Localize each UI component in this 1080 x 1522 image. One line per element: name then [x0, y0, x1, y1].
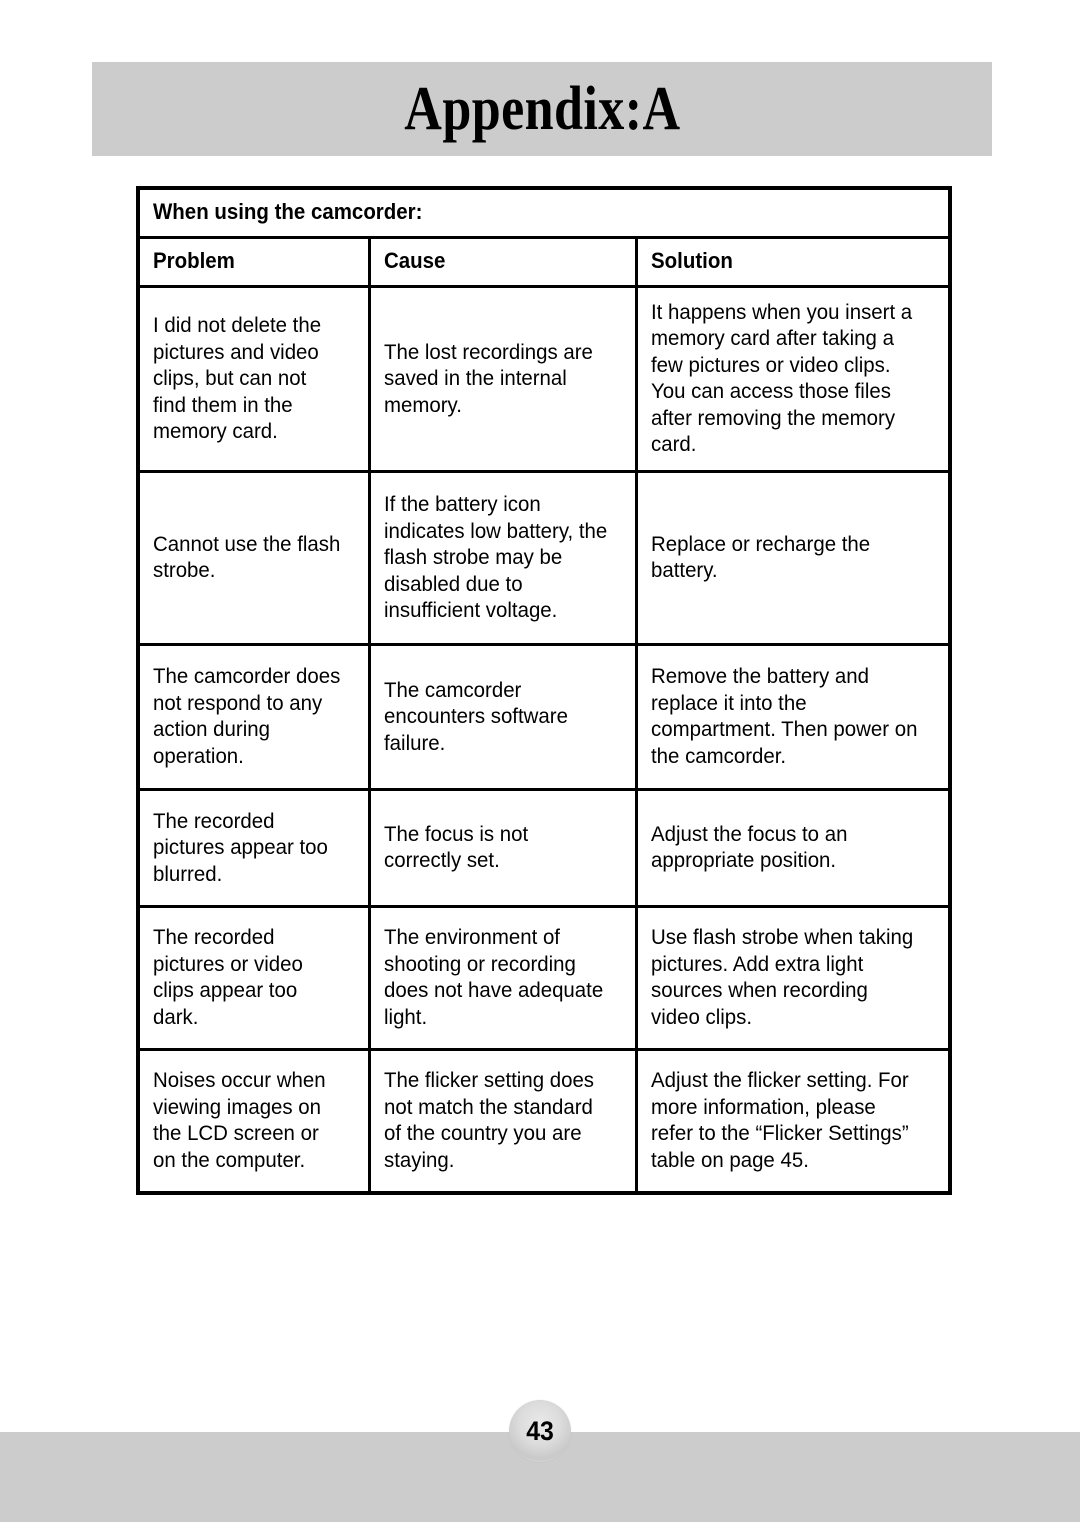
cell-cause: The environment of shooting or recording…	[367, 905, 638, 1052]
cell-cause: If the battery icon indicates low batter…	[367, 470, 638, 647]
table-section-row: When using the camcorder:	[136, 186, 952, 240]
table-row: The recorded pictures appear too blurred…	[136, 788, 952, 909]
cell-problem: The recorded pictures or video clips app…	[136, 905, 371, 1052]
cell-solution: Remove the battery and replace it into t…	[634, 643, 952, 792]
section-title-cell: When using the camcorder:	[136, 186, 952, 240]
cell-cause: The flicker setting does not match the s…	[367, 1048, 638, 1195]
cell-problem: The camcorder does not respond to any ac…	[136, 643, 371, 792]
column-header-solution: Solution	[634, 236, 952, 289]
cell-problem: Noises occur when viewing images on the …	[136, 1048, 371, 1195]
page-number: 43	[526, 1415, 554, 1446]
cell-solution: Use flash strobe when taking pictures. A…	[634, 905, 952, 1052]
table-row: The camcorder does not respond to any ac…	[136, 643, 952, 792]
table-row: The recorded pictures or video clips app…	[136, 905, 952, 1052]
cell-solution: Adjust the flicker setting. For more inf…	[634, 1048, 952, 1195]
column-header-problem: Problem	[136, 236, 371, 289]
cell-solution: Replace or recharge the battery.	[634, 470, 952, 647]
table-row: I did not delete the pictures and video …	[136, 285, 952, 474]
cell-problem: I did not delete the pictures and video …	[136, 285, 371, 474]
cell-problem: Cannot use the flash strobe.	[136, 470, 371, 647]
cell-problem: The recorded pictures appear too blurred…	[136, 788, 371, 909]
troubleshooting-table-container: When using the camcorder: Problem Cause …	[136, 186, 953, 1196]
troubleshooting-table: When using the camcorder: Problem Cause …	[136, 186, 953, 1196]
cell-solution: It happens when you insert a memory card…	[634, 285, 952, 474]
page-number-badge: 43	[509, 1400, 571, 1462]
cell-cause: The camcorder encounters software failur…	[367, 643, 638, 792]
table-header-row: Problem Cause Solution	[136, 236, 952, 289]
cell-cause: The focus is not correctly set.	[367, 788, 638, 909]
table-row: Noises occur when viewing images on the …	[136, 1048, 952, 1195]
page-title: Appendix:A	[403, 75, 681, 143]
table-row: Cannot use the flash strobe. If the batt…	[136, 470, 952, 647]
column-header-cause: Cause	[367, 236, 638, 289]
cell-cause: The lost recordings are saved in the int…	[367, 285, 638, 474]
appendix-header-band: Appendix:A	[92, 62, 992, 156]
section-title: When using the camcorder:	[153, 199, 423, 224]
cell-solution: Adjust the focus to an appropriate posit…	[634, 788, 952, 909]
